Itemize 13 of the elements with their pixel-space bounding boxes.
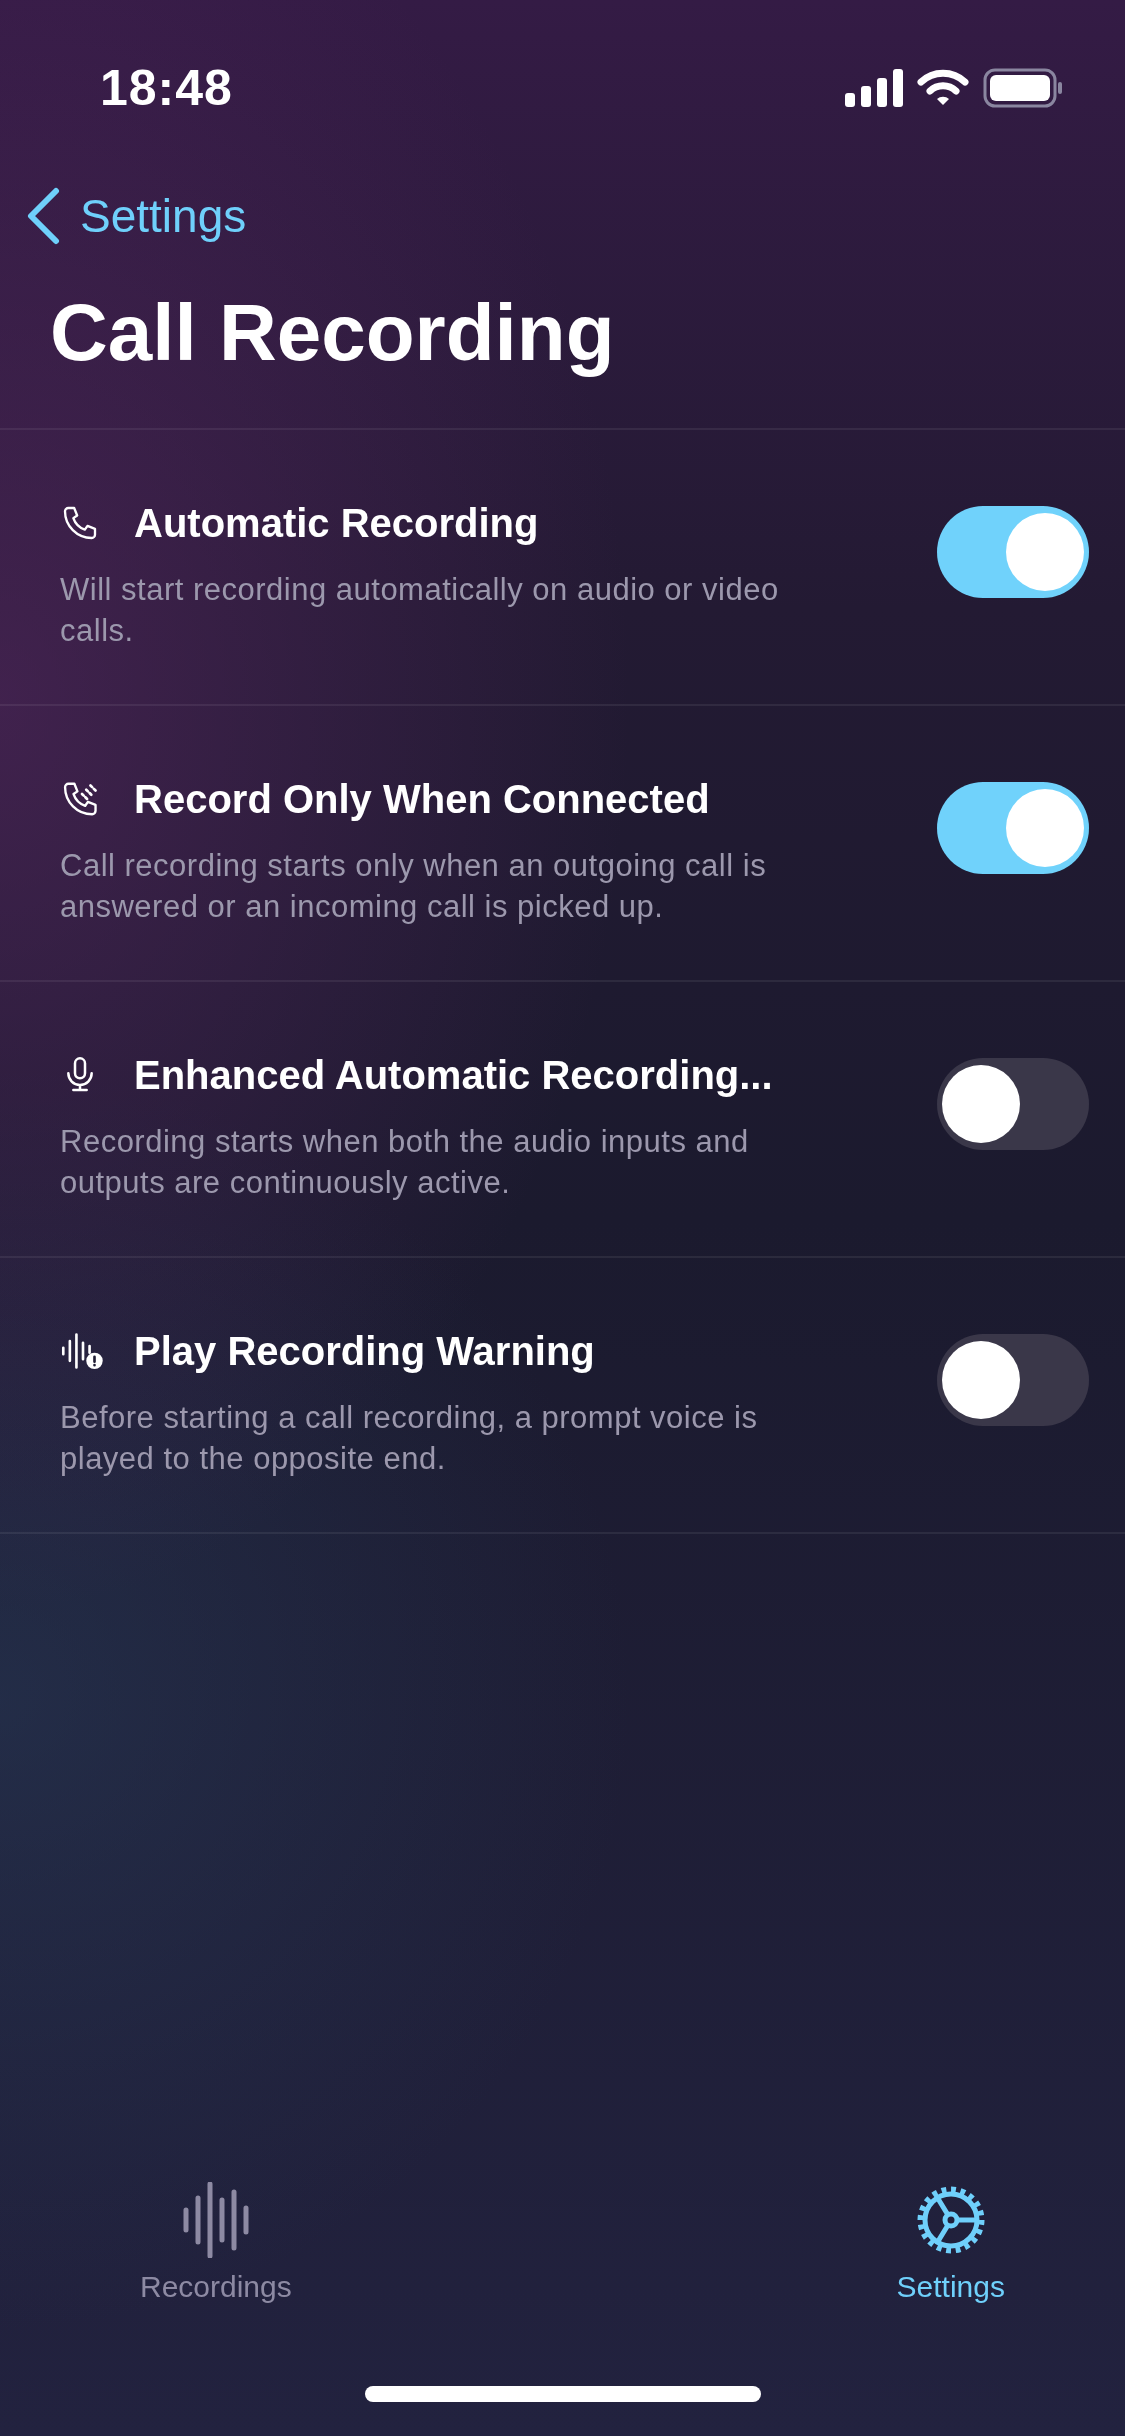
tab-button[interactable]: Recordings [140,2182,292,2304]
setting-title: Automatic Recording [134,500,539,546]
setting-title: Record Only When Connected [134,776,710,822]
status-time: 18:48 [100,59,233,117]
setting-description: Will start recording automatically on audio or video calls. [60,571,780,650]
setting-title: Enhanced Automatic Recording... [134,1052,773,1098]
tab-button[interactable]: Settings [896,2182,1005,2304]
setting-title: Play Recording Warning [134,1328,595,1374]
page-title: Call Recording [50,287,616,379]
setting-description: Call recording starts only when an outgoing call is answered or an incoming call is picked up. [60,847,768,926]
setting-description: Recording starts when both the audio inputs and outputs are continuously active. [60,1123,750,1202]
setting-description: Before starting a call recording, a prompt voice is played to the opposite end. [60,1399,759,1478]
back-button[interactable]: Settings [26,176,247,256]
